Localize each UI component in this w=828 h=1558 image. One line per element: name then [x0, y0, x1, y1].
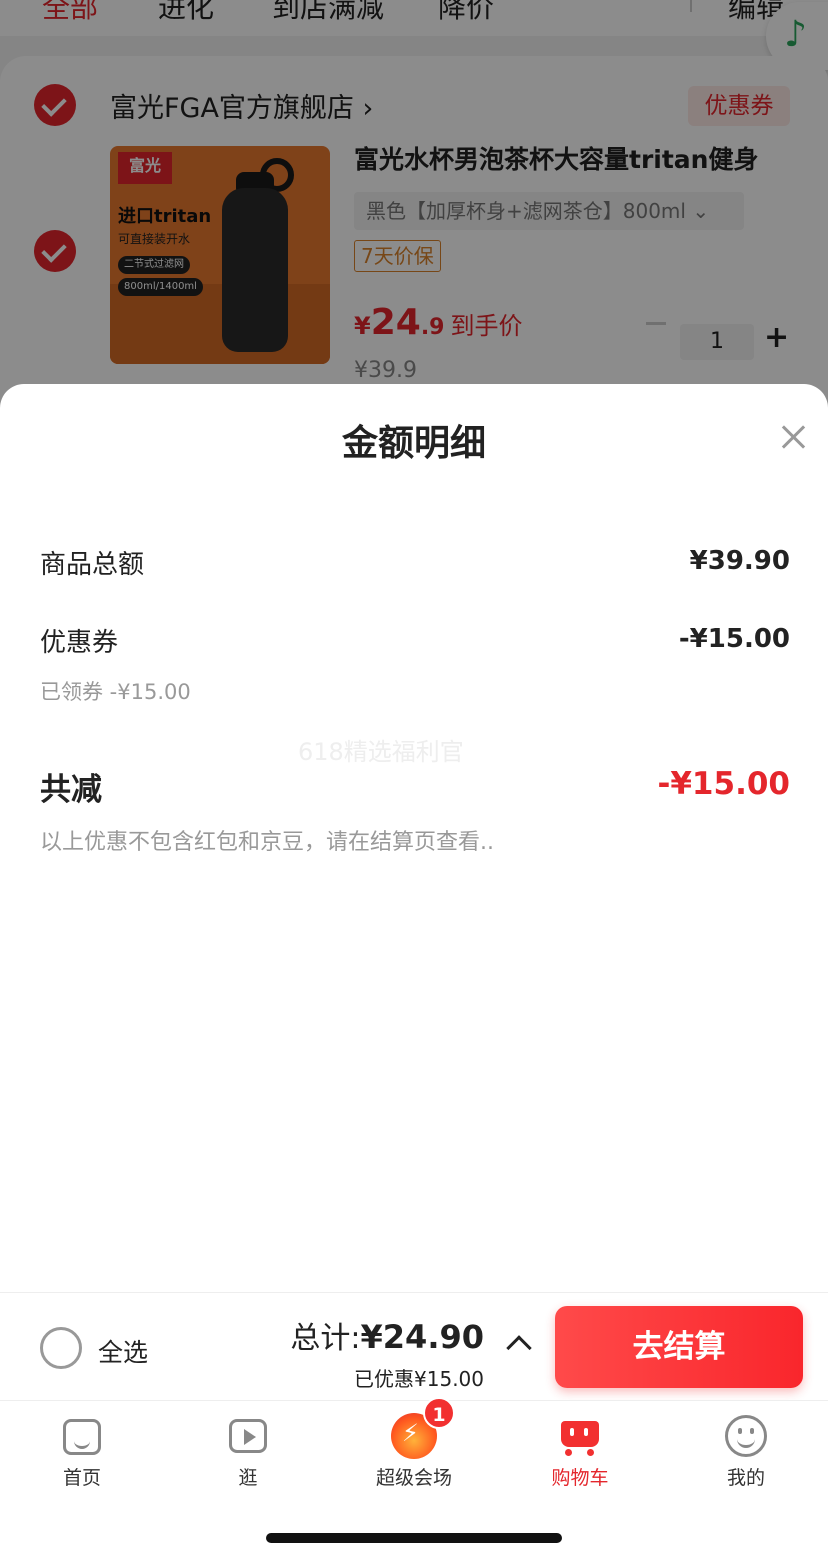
- checkout-bar: 全选 总计:¥24.90 已优惠¥15.00 去结算: [0, 1292, 828, 1400]
- discount-disclaimer: 以上优惠不包含红包和京豆，请在结算页查看..: [40, 830, 494, 855]
- nav-home[interactable]: 首页: [22, 1411, 142, 1490]
- nav-label: 逛: [238, 1467, 258, 1489]
- cart-background: 全部 进化 到店满减 降价 编辑 ♪ 富光FGA官方旗舰店 › 优惠券 富光 进…: [0, 0, 828, 420]
- total-amount: ¥24.90: [360, 1318, 484, 1356]
- home-icon: [63, 1419, 101, 1455]
- select-all-label[interactable]: 全选: [98, 1333, 148, 1369]
- nav-cart[interactable]: 购物车: [520, 1411, 640, 1490]
- nav-label: 首页: [62, 1467, 101, 1489]
- total-reduce-value: -¥15.00: [657, 766, 791, 802]
- cart-icon: [561, 1421, 599, 1456]
- total-summary: 总计:¥24.90: [290, 1313, 484, 1357]
- smile-icon: [725, 1415, 767, 1457]
- goods-total-label: 商品总额: [40, 550, 145, 580]
- chevron-up-icon[interactable]: [506, 1335, 532, 1361]
- notification-badge: 1: [423, 1397, 455, 1429]
- total-label: 总计:: [290, 1321, 361, 1356]
- nav-browse[interactable]: 逛: [188, 1411, 308, 1490]
- play-icon: [229, 1419, 267, 1453]
- total-reduce-label: 共减: [40, 772, 102, 808]
- nav-mine[interactable]: 我的: [686, 1411, 806, 1490]
- select-all-radio[interactable]: [40, 1327, 82, 1369]
- coupon-label: 优惠券: [40, 628, 119, 658]
- home-indicator[interactable]: [266, 1533, 562, 1543]
- saved-amount: 已优惠¥15.00: [354, 1367, 484, 1391]
- nav-super-venue[interactable]: 1 超级会场: [354, 1397, 474, 1490]
- coupon-value: -¥15.00: [678, 624, 790, 654]
- close-icon[interactable]: [778, 422, 810, 454]
- amount-detail-sheet: 金额明细 商品总额 ¥39.90 优惠券 -¥15.00 已领券 -¥15.00…: [0, 384, 828, 1292]
- nav-label: 我的: [726, 1467, 765, 1489]
- sheet-title: 金额明细: [341, 423, 486, 464]
- nav-label: 超级会场: [375, 1467, 452, 1489]
- checkout-button[interactable]: 去结算: [555, 1306, 803, 1388]
- modal-overlay[interactable]: [0, 0, 828, 420]
- coupon-note: 已领券 -¥15.00: [40, 680, 191, 704]
- nav-label: 购物车: [551, 1467, 609, 1489]
- goods-total-value: ¥39.90: [689, 546, 790, 576]
- bottom-tab-bar: 首页 逛 1 超级会场 购物车 我的: [0, 1397, 828, 1558]
- watermark: 618精选福利官: [298, 738, 464, 766]
